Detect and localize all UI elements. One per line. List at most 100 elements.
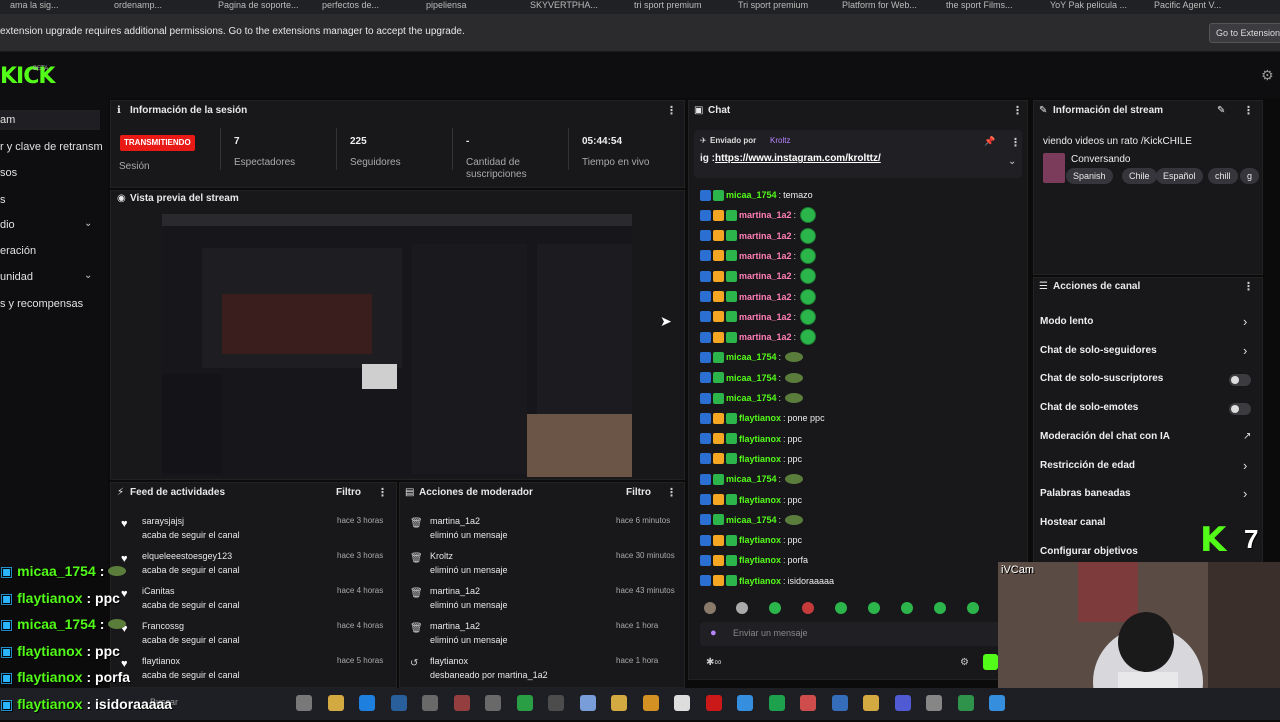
external-link-icon[interactable]: ↗ [1243, 431, 1251, 442]
chat-input-placeholder[interactable]: Enviar un mensaje [733, 628, 808, 638]
mod-user[interactable]: Kroltz [430, 551, 453, 561]
chat-username[interactable]: micaa_1754 [726, 393, 777, 403]
bookmark-item[interactable]: ordenamp... [114, 0, 162, 14]
stream-tag[interactable]: Chile [1122, 168, 1157, 184]
pinned-menu-icon[interactable]: ⋮ [1010, 136, 1021, 149]
channel-action-0[interactable]: Modo lento [1040, 316, 1093, 327]
channel-action-5[interactable]: Restricción de edad [1040, 460, 1135, 471]
sidebar-item[interactable]: s y recompensas [0, 294, 83, 314]
taskbar-app-icon[interactable] [548, 695, 564, 711]
taskbar-app-icon[interactable] [296, 695, 312, 711]
channel-action-1[interactable]: Chat de solo-seguidores [1040, 345, 1157, 356]
mod-menu-icon[interactable]: ⋮ [666, 486, 677, 499]
chevron-right-icon[interactable]: › [1243, 343, 1247, 358]
chat-settings-icon[interactable]: ⚙ [960, 657, 969, 668]
taskbar-app-icon[interactable] [989, 695, 1005, 711]
chat-username[interactable]: flaytianox [739, 555, 781, 565]
taskbar-app-icon[interactable] [957, 695, 974, 711]
pinned-by-user[interactable]: Kroltz [770, 136, 790, 145]
emote-picker-icon[interactable]: ● [710, 627, 717, 639]
mod-user[interactable]: martina_1a2 [430, 516, 480, 526]
channel-action-3[interactable]: Chat de solo-emotes [1040, 402, 1138, 413]
chat-username[interactable]: martina_1a2 [739, 332, 792, 342]
bookmark-item[interactable]: Platform for Web... [842, 0, 917, 14]
feed-user[interactable]: iCanitas [142, 586, 175, 596]
pencil-icon[interactable]: ✎ [1217, 105, 1225, 116]
taskbar-app-icon[interactable] [674, 695, 690, 711]
chat-username[interactable]: martina_1a2 [739, 231, 792, 241]
taskbar-app-icon[interactable] [516, 695, 533, 711]
channel-actions-menu-icon[interactable]: ⋮ [1243, 280, 1254, 293]
chat-username[interactable]: micaa_1754 [726, 190, 777, 200]
sidebar-item[interactable]: unidad [0, 267, 33, 287]
activity-filter-button[interactable]: Filtro [336, 487, 361, 498]
session-menu-icon[interactable]: ⋮ [666, 104, 677, 117]
feed-user[interactable]: saraysjajsj [142, 516, 184, 526]
taskbar-app-icon[interactable] [800, 695, 816, 711]
chat-menu-icon[interactable]: ⋮ [1012, 104, 1023, 117]
chat-username[interactable]: micaa_1754 [726, 474, 777, 484]
mod-filter-button[interactable]: Filtro [626, 487, 651, 498]
feed-user[interactable]: flaytianox [142, 656, 180, 666]
toggle-switch[interactable] [1229, 403, 1251, 416]
feed-user[interactable]: Francossg [142, 621, 184, 631]
channel-action-6[interactable]: Palabras baneadas [1040, 488, 1131, 499]
taskbar-app-icon[interactable] [422, 695, 438, 711]
feed-user[interactable]: elqueleeestoesgey123 [142, 551, 232, 561]
chat-username[interactable]: micaa_1754 [726, 373, 777, 383]
taskbar-app-icon[interactable] [642, 695, 659, 711]
sidebar-item[interactable]: am [0, 110, 100, 130]
bookmark-item[interactable]: ama la sig... [10, 0, 59, 14]
chevron-down-icon[interactable]: ⌄ [1008, 156, 1016, 167]
taskbar-app-icon[interactable] [485, 695, 501, 711]
stream-preview-video[interactable] [162, 214, 632, 477]
stream-tag[interactable]: chill [1208, 168, 1238, 184]
channel-action-4[interactable]: Moderación del chat con IA [1040, 431, 1170, 442]
mod-user[interactable]: martina_1a2 [430, 586, 480, 596]
chat-username[interactable]: martina_1a2 [739, 312, 792, 322]
go-to-extensions-button[interactable]: Go to Extensions [1209, 23, 1280, 43]
taskbar-app-icon[interactable] [863, 695, 879, 711]
chat-username[interactable]: micaa_1754 [726, 515, 777, 525]
stream-tag[interactable]: g [1240, 168, 1260, 184]
stream-tag[interactable]: Español [1156, 168, 1203, 184]
chat-username[interactable]: martina_1a2 [739, 271, 792, 281]
chat-username[interactable]: flaytianox [739, 535, 781, 545]
bookmark-item[interactable]: SKYVERTPHA... [530, 0, 598, 14]
sidebar-item[interactable]: dio [0, 215, 15, 235]
chat-username[interactable]: flaytianox [739, 495, 781, 505]
taskbar-app-icon[interactable] [453, 695, 470, 711]
taskbar-app-icon[interactable] [359, 695, 375, 711]
chat-username[interactable]: flaytianox [739, 413, 781, 423]
bookmark-item[interactable]: Tri sport premium [738, 0, 808, 14]
taskbar-app-icon[interactable] [831, 695, 848, 711]
stream-tag[interactable]: Spanish [1066, 168, 1113, 184]
bookmark-item[interactable]: tri sport premium [634, 0, 702, 14]
chat-username[interactable]: martina_1a2 [739, 251, 792, 261]
profile-icon[interactable]: ⚙ [1261, 67, 1274, 84]
mod-user[interactable]: flaytianox [430, 656, 468, 666]
mod-user[interactable]: martina_1a2 [430, 621, 480, 631]
activity-menu-icon[interactable]: ⋮ [377, 486, 388, 499]
chevron-down-icon[interactable]: ⌄ [84, 270, 92, 281]
chat-tools-icon[interactable]: ✱∞ [706, 657, 722, 668]
stream-info-menu-icon[interactable]: ⋮ [1243, 104, 1254, 117]
bookmark-item[interactable]: Pagina de soporte... [218, 0, 299, 14]
unpin-icon[interactable]: 📌 [984, 136, 995, 147]
chat-username[interactable]: martina_1a2 [739, 210, 792, 220]
chevron-down-icon[interactable]: ⌄ [84, 218, 92, 229]
bookmark-item[interactable]: the sport Films... [946, 0, 1013, 14]
taskbar-app-icon[interactable] [390, 695, 407, 711]
bookmark-item[interactable]: pipeliensa [426, 0, 467, 14]
sidebar-item[interactable]: s [0, 190, 6, 210]
taskbar-app-icon[interactable] [611, 695, 627, 711]
taskbar-app-icon[interactable] [579, 695, 596, 711]
channel-action-7[interactable]: Hostear canal [1040, 517, 1106, 528]
chat-username[interactable]: flaytianox [739, 454, 781, 464]
taskbar-app-icon[interactable] [768, 695, 785, 711]
sidebar-item[interactable]: r y clave de retransm [0, 137, 103, 157]
toggle-switch[interactable] [1229, 374, 1251, 387]
chat-username[interactable]: martina_1a2 [739, 292, 792, 302]
chevron-right-icon[interactable]: › [1243, 458, 1247, 473]
chevron-right-icon[interactable]: › [1243, 314, 1247, 329]
